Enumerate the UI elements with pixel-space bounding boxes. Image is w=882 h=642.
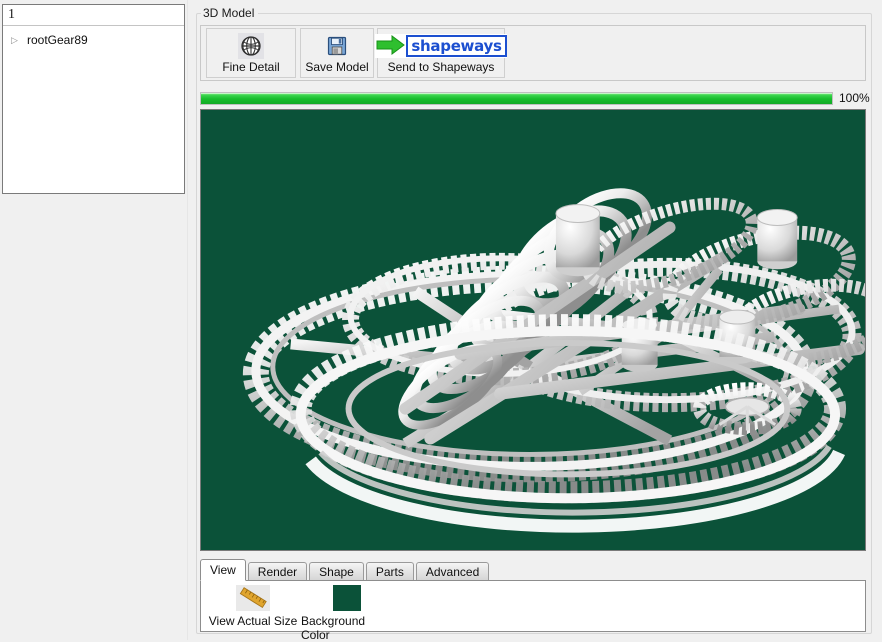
ruler-icon <box>236 585 270 611</box>
model-toolbar: Fine Detail Save Model shapeways Send to… <box>200 25 866 81</box>
tab-render[interactable]: Render <box>247 562 308 581</box>
tree-item-rootgear89[interactable]: ▷ rootGear89 <box>3 31 184 49</box>
model-group-panel: 3D Model Fine Detail Save Model shapeway… <box>196 5 872 642</box>
tree-item-label: rootGear89 <box>27 33 88 47</box>
tree-column-header-label: 1 <box>8 7 15 22</box>
send-to-shapeways-button[interactable]: shapeways Send to Shapeways <box>375 28 507 78</box>
progress-bar <box>200 92 833 105</box>
tab-content-view: View Actual Size Background Color <box>200 580 866 642</box>
background-color-label: Background Color <box>301 614 366 642</box>
group-box-title: 3D Model <box>201 6 259 20</box>
background-color-button[interactable]: Background Color <box>301 585 393 642</box>
shapeways-wordmark: shapeways <box>406 35 507 57</box>
green-right-arrow-icon <box>376 34 406 59</box>
tab-render-label: Render <box>257 565 298 579</box>
shapeways-logo-icon: shapeways <box>375 33 507 59</box>
fine-detail-button[interactable]: Fine Detail <box>206 28 296 78</box>
save-model-label: Save Model <box>305 60 369 74</box>
tab-strip: View Render Shape Parts Advanced <box>200 559 866 581</box>
model-tree-panel[interactable]: 1 ▷ rootGear89 <box>2 4 185 194</box>
pane-divider[interactable] <box>187 0 188 640</box>
tab-parts[interactable]: Parts <box>365 562 414 581</box>
tab-shape-label: Shape <box>319 565 354 579</box>
view-actual-size-label: View Actual Size <box>208 614 298 628</box>
tab-view-label: View <box>210 563 236 577</box>
tree-body: ▷ rootGear89 <box>3 26 184 49</box>
tab-parts-label: Parts <box>375 565 404 579</box>
tab-advanced-label: Advanced <box>425 565 480 579</box>
tab-view[interactable]: View <box>200 559 246 581</box>
tab-advanced[interactable]: Advanced <box>415 562 490 581</box>
tab-shape[interactable]: Shape <box>309 562 364 581</box>
progress-bar-fill <box>201 93 832 104</box>
bottom-tab-control: View Render Shape Parts Advanced View Ac… <box>200 559 866 642</box>
fine-detail-label: Fine Detail <box>222 60 280 74</box>
view-actual-size-button[interactable]: View Actual Size <box>207 585 299 628</box>
send-to-shapeways-label: Send to Shapeways <box>387 60 495 74</box>
globe-icon <box>238 33 264 59</box>
progress-percent-label: 100% <box>839 91 870 105</box>
save-model-button[interactable]: Save Model <box>300 28 374 78</box>
3d-model-render[interactable] <box>201 110 865 550</box>
floppy-disk-save-icon <box>324 33 350 59</box>
progress-row: 100% <box>200 91 870 107</box>
triangle-right-icon[interactable]: ▷ <box>11 35 25 45</box>
color-swatch-icon[interactable] <box>333 585 361 611</box>
tree-column-header[interactable]: 1 <box>3 5 184 26</box>
3d-viewport[interactable] <box>200 109 866 551</box>
